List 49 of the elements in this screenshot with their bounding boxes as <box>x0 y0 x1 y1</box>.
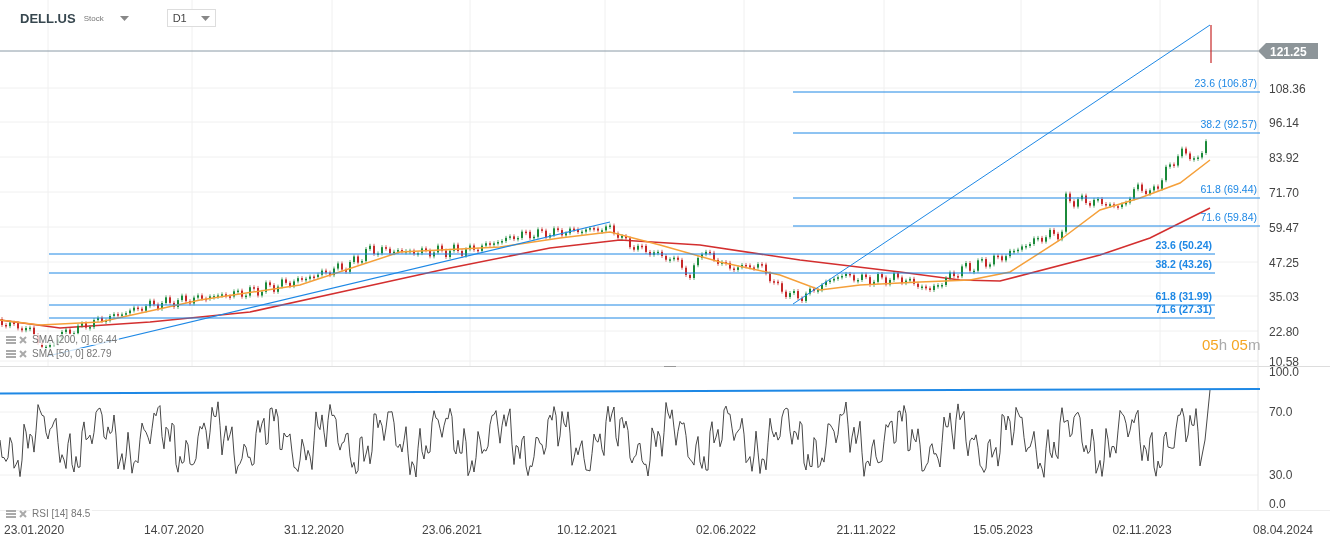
symbol-name[interactable]: DELL.US <box>20 10 76 26</box>
axis-label: 23.06.2021 <box>421 523 483 537</box>
close-icon[interactable] <box>19 349 27 358</box>
list-icon[interactable] <box>6 509 16 518</box>
list-icon[interactable] <box>6 335 16 344</box>
close-icon[interactable] <box>19 335 27 344</box>
axis-label: 100.0 <box>1269 366 1300 379</box>
axis-label: 15.05.2023 <box>972 523 1034 537</box>
axis-label: 21.11.2022 <box>836 523 896 537</box>
fibonacci-label: 23.6 (50.24) <box>1155 239 1212 251</box>
axis-label: 83.92 <box>1269 151 1300 165</box>
axis-label: 96.14 <box>1269 116 1300 130</box>
fibonacci-label: 61.8 (31.99) <box>1155 290 1212 302</box>
instrument-type: Stock <box>83 13 104 23</box>
axis-label: 14.07.2020 <box>143 523 205 537</box>
axis-label: 31.12.2020 <box>283 523 345 537</box>
axis-label: 10.58 <box>1269 355 1300 366</box>
axis-label: 71.70 <box>1269 186 1300 200</box>
axis-label: 70.0 <box>1269 405 1293 419</box>
fibonacci-label: 61.8 (69.44) <box>1200 183 1257 195</box>
axis-label: 59.47 <box>1269 221 1300 235</box>
axis-label: 47.25 <box>1269 256 1300 270</box>
axis-label: 30.0 <box>1269 468 1293 482</box>
axis-label: 08.04.2024 <box>1252 523 1314 537</box>
fibonacci-label: 71.6 (27.31) <box>1155 303 1212 315</box>
price-marker-line <box>1210 24 1212 64</box>
axis-label: 10.12.2021 <box>556 523 618 537</box>
axis-label: 108.36 <box>1269 82 1306 96</box>
indicator-label: RSI [14] 84.5 <box>30 508 93 519</box>
axis-label: 0.0 <box>1269 497 1286 510</box>
caret-icon <box>200 15 210 21</box>
axis-label: 22.80 <box>1269 325 1300 339</box>
fibonacci-label: 38.2 (92.57) <box>1200 118 1257 130</box>
pane-resize-handle[interactable] <box>664 366 676 367</box>
current-price-tag: 121.25 <box>1258 43 1318 59</box>
list-icon[interactable] <box>6 349 16 358</box>
fibonacci-label: 71.6 (59.84) <box>1200 211 1257 223</box>
fibonacci-label: 38.2 (43.26) <box>1155 258 1212 270</box>
caret-icon <box>119 15 129 21</box>
close-icon[interactable] <box>19 509 27 518</box>
axis-label: 23.01.2020 <box>4 523 65 537</box>
fibonacci-label: 23.6 (106.87) <box>1194 77 1257 89</box>
axis-label: 35.03 <box>1269 290 1300 304</box>
indicator-label: SMA [50, 0] 82.79 <box>30 348 114 359</box>
indicator-label: SMA [200, 0] 66.44 <box>30 334 120 345</box>
axis-label: 02.11.2023 <box>1112 523 1172 537</box>
timeframe-dropdown[interactable]: D1 <box>166 9 216 27</box>
countdown-timer: 05h 05m <box>1202 336 1261 353</box>
axis-label: 02.06.2022 <box>695 523 757 537</box>
